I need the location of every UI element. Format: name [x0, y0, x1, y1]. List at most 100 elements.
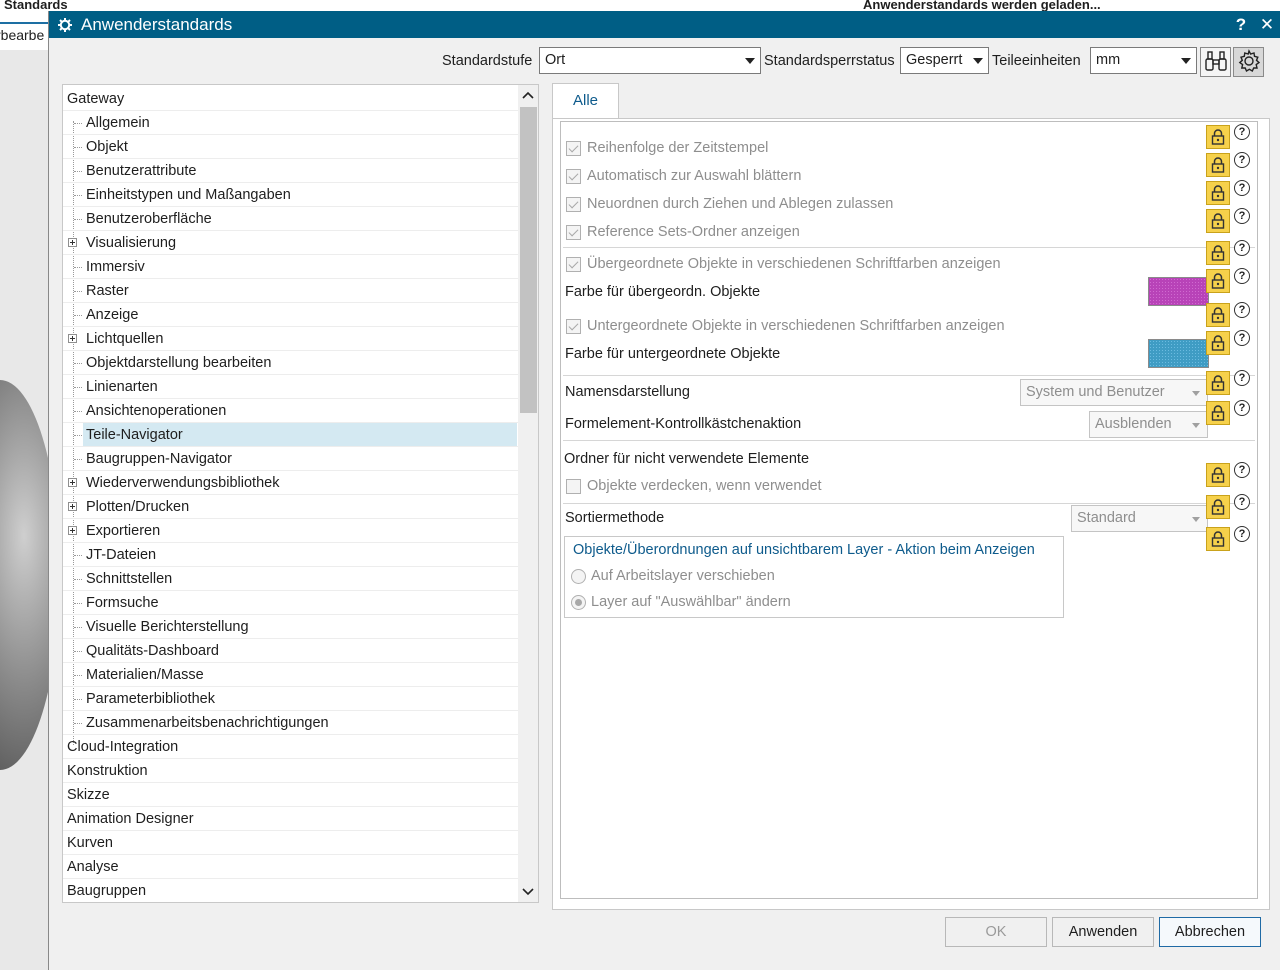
checkbox-box[interactable] [566, 197, 581, 212]
help-button[interactable]: ? [1228, 12, 1254, 38]
help-icon[interactable]: ? [1234, 370, 1250, 386]
tree-item[interactable]: Raster [63, 279, 519, 303]
tree-item[interactable]: Cloud-Integration [63, 735, 519, 759]
lock-icon[interactable] [1206, 495, 1230, 519]
lock-icon[interactable] [1206, 153, 1230, 177]
tree-item[interactable]: Immersiv [63, 255, 519, 279]
help-icon[interactable]: ? [1234, 180, 1250, 196]
tree-item[interactable]: Skizze [63, 783, 519, 807]
tree-item[interactable]: Qualitäts-Dashboard [63, 639, 519, 663]
settings-button[interactable] [1233, 47, 1264, 77]
help-icon[interactable]: ? [1234, 268, 1250, 284]
help-icon[interactable]: ? [1234, 494, 1250, 510]
help-icon[interactable]: ? [1234, 302, 1250, 318]
lock-icon[interactable] [1206, 241, 1230, 265]
tree-item[interactable]: Exportieren [63, 519, 519, 543]
expand-plus-icon[interactable] [68, 526, 77, 535]
tree-item[interactable]: Benutzerattribute [63, 159, 519, 183]
tree-item[interactable]: Wiederverwendungsbibliothek [63, 471, 519, 495]
tree-item[interactable]: Baugruppen [63, 879, 519, 902]
lock-icon[interactable] [1206, 125, 1230, 149]
tree-item[interactable]: Animation Designer [63, 807, 519, 831]
tree-item[interactable]: Visualisierung [63, 231, 519, 255]
lock-icon[interactable] [1206, 181, 1230, 205]
lock-icon[interactable] [1206, 209, 1230, 233]
help-icon[interactable]: ? [1234, 400, 1250, 416]
apply-button[interactable]: Anwenden [1052, 917, 1154, 947]
background-tab[interactable]: rbearbe [0, 22, 48, 48]
tree-item[interactable]: Materialien/Masse [63, 663, 519, 687]
checkbox-box[interactable] [566, 257, 581, 272]
tree-item[interactable]: Zusammenarbeitsbenachrichtigungen [63, 711, 519, 735]
ok-button[interactable]: OK [945, 917, 1047, 947]
tree-item[interactable]: Analyse [63, 855, 519, 879]
tree-item[interactable]: Linienarten [63, 375, 519, 399]
lock-icon[interactable] [1206, 371, 1230, 395]
tree-item[interactable]: Allgemein [63, 111, 519, 135]
units-dropdown[interactable]: mm [1090, 47, 1197, 74]
tree-item[interactable]: Ansichtenoperationen [63, 399, 519, 423]
tree-item[interactable]: Objektdarstellung bearbeiten [63, 351, 519, 375]
help-icon[interactable]: ? [1234, 330, 1250, 346]
close-button[interactable]: ✕ [1254, 12, 1280, 38]
tree-item[interactable]: Schnittstellen [63, 567, 519, 591]
tree-item[interactable]: Parameterbibliothek [63, 687, 519, 711]
tree-item[interactable]: Einheitstypen und Maßangaben [63, 183, 519, 207]
name-display-dropdown[interactable]: System und Benutzer [1020, 379, 1208, 406]
help-icon[interactable]: ? [1234, 240, 1250, 256]
checkbox-label: Reihenfolge der Zeitstempel [587, 140, 769, 156]
tree-item[interactable]: Objekt [63, 135, 519, 159]
find-button[interactable] [1200, 47, 1231, 77]
tree-item[interactable]: Benutzeroberfläche [63, 207, 519, 231]
tree-item[interactable]: Konstruktion [63, 759, 519, 783]
lock-icon[interactable] [1206, 269, 1230, 293]
expand-plus-icon[interactable] [68, 238, 77, 247]
lock-icon[interactable] [1206, 527, 1230, 551]
tree-item[interactable]: Formsuche [63, 591, 519, 615]
checkbox-box[interactable] [566, 319, 581, 334]
tree-item[interactable]: Visuelle Berichterstellung [63, 615, 519, 639]
feature-checkbox-action-dropdown[interactable]: Ausblenden [1089, 411, 1208, 438]
tree-item[interactable]: Lichtquellen [63, 327, 519, 351]
help-icon[interactable]: ? [1234, 124, 1250, 140]
expand-plus-icon[interactable] [68, 478, 77, 487]
dialog-titlebar[interactable]: Anwenderstandards ? ✕ [49, 11, 1280, 38]
help-icon[interactable]: ? [1234, 208, 1250, 224]
checkbox-box[interactable] [566, 141, 581, 156]
lock-status-dropdown[interactable]: Gesperrt [900, 47, 989, 74]
level-dropdown[interactable]: Ort [539, 47, 761, 74]
checkbox-box[interactable] [566, 225, 581, 240]
tree-scrollbar[interactable] [518, 85, 538, 902]
cancel-button[interactable]: Abbrechen [1159, 917, 1261, 947]
expand-plus-icon[interactable] [68, 334, 77, 343]
tree-guide-line [74, 171, 82, 172]
lock-icon[interactable] [1206, 331, 1230, 355]
parent-color-swatch[interactable] [1148, 277, 1209, 306]
tree-item[interactable]: Teile-Navigator [63, 423, 519, 447]
tab-all[interactable]: Alle [552, 83, 619, 119]
tree-item[interactable]: Plotten/Drucken [63, 495, 519, 519]
lock-icon[interactable] [1206, 303, 1230, 327]
tree-item-label: Gateway [67, 91, 125, 107]
help-icon[interactable]: ? [1234, 152, 1250, 168]
chevron-down-icon[interactable] [518, 882, 538, 902]
checkbox-box[interactable] [566, 169, 581, 184]
tree-item[interactable]: JT-Dateien [63, 543, 519, 567]
child-color-swatch[interactable] [1148, 339, 1209, 368]
lock-icon[interactable] [1206, 401, 1230, 425]
expand-plus-icon[interactable] [68, 502, 77, 511]
sort-method-dropdown[interactable]: Standard [1071, 505, 1208, 532]
make-selectable-radio[interactable] [571, 595, 586, 610]
category-tree[interactable]: Gateway Allgemein Objekt Benutzerattribute E… [62, 84, 539, 903]
scrollbar-thumb[interactable] [520, 107, 537, 413]
tree-item[interactable]: Gateway [63, 87, 519, 111]
move-to-work-layer-radio[interactable] [571, 569, 586, 584]
tree-item[interactable]: Baugruppen-Navigator [63, 447, 519, 471]
lock-icon[interactable] [1206, 463, 1230, 487]
help-icon[interactable]: ? [1234, 462, 1250, 478]
chevron-up-icon[interactable] [518, 85, 538, 105]
tree-item[interactable]: Kurven [63, 831, 519, 855]
help-icon[interactable]: ? [1234, 526, 1250, 542]
tree-item[interactable]: Anzeige [63, 303, 519, 327]
checkbox-box[interactable] [566, 479, 581, 494]
